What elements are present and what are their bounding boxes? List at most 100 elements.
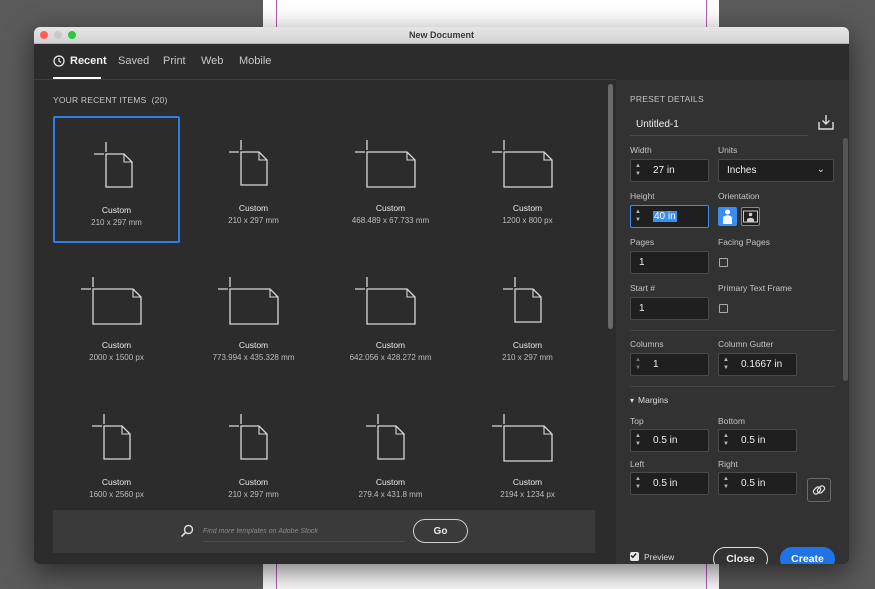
left-margin-label: Left [630, 459, 645, 469]
chevron-down-icon: ▾ [630, 395, 635, 405]
gutter-value: 0.1667 in [741, 359, 783, 370]
units-select[interactable]: Inches ⌄ [718, 159, 834, 182]
tab-saved[interactable]: Saved [118, 55, 149, 67]
save-preset-icon[interactable] [818, 114, 834, 130]
preview-label: Preview [644, 552, 675, 562]
stepper-arrows-icon[interactable]: ▲ ▼ [633, 208, 643, 225]
recent-item-card[interactable]: Custom 279.4 x 431.8 mm [327, 390, 454, 517]
facing-pages-checkbox[interactable] [719, 258, 728, 267]
right-margin-label: Right [718, 459, 738, 469]
create-button[interactable]: Create [780, 547, 835, 564]
recent-heading-text: YOUR RECENT ITEMS [53, 95, 147, 105]
primary-text-frame-label: Primary Text Frame [718, 283, 792, 293]
recent-item-size: 210 x 297 mm [228, 216, 279, 225]
facing-pages-label: Facing Pages [718, 237, 770, 247]
recent-item-name: Custom [375, 203, 406, 213]
recent-item-size: 468.489 x 67.733 mm [351, 216, 430, 225]
recent-item-size: 210 x 297 mm [91, 218, 142, 227]
recent-item-card[interactable]: Custom 1600 x 2560 px [53, 390, 180, 517]
tab-bar: Recent Saved Print Web Mobile [34, 44, 616, 80]
recent-item-card[interactable]: Custom 210 x 297 mm [53, 116, 180, 243]
stepper-arrows-icon[interactable]: ▲ ▼ [721, 432, 731, 449]
panel-scrollbar[interactable] [843, 138, 848, 381]
tab-recent[interactable]: Recent [53, 55, 107, 67]
landscape-document-icon [355, 277, 416, 325]
column-gutter-field[interactable]: ▲ ▼ 0.1667 in [718, 353, 797, 376]
width-value: 27 in [653, 165, 675, 176]
search-icon [180, 524, 194, 538]
width-field[interactable]: ▲ ▼ 27 in [630, 159, 709, 182]
tab-label: Recent [70, 55, 107, 67]
pages-label: Pages [630, 237, 655, 247]
recent-item-card[interactable]: Custom 642.056 x 428.272 mm [327, 253, 454, 380]
document-name-field[interactable]: Untitled-1 [630, 114, 808, 136]
recent-item-name: Custom [238, 203, 269, 213]
recent-item-card[interactable]: Custom 468.489 x 67.733 mm [327, 116, 454, 243]
left-margin-value: 0.5 in [653, 478, 678, 489]
start-page-field[interactable]: 1 [630, 297, 709, 320]
recent-count: (20) [151, 95, 168, 105]
recent-item-card[interactable]: Custom 210 x 297 mm [190, 390, 317, 517]
portrait-document-icon [503, 277, 542, 323]
column-gutter-label: Column Gutter [718, 339, 774, 349]
close-button[interactable]: Close [713, 547, 768, 564]
recent-item-card[interactable]: Custom 210 x 297 mm [464, 253, 591, 380]
landscape-document-icon [81, 277, 142, 325]
recent-item-name: Custom [512, 203, 543, 213]
tab-label: Mobile [239, 55, 272, 67]
margins-label: Margins [638, 395, 669, 405]
columns-field[interactable]: ▲ ▼ 1 [630, 353, 709, 376]
title-bar: New Document [34, 27, 849, 44]
stepper-arrows-icon[interactable]: ▲ ▼ [633, 356, 643, 373]
landscape-orientation-button[interactable] [741, 207, 760, 226]
landscape-icon [743, 210, 758, 223]
left-margin-field[interactable]: ▲ ▼ 0.5 in [630, 472, 709, 495]
chain-link-icon [812, 485, 826, 495]
recent-item-card[interactable]: Custom 210 x 297 mm [190, 116, 317, 243]
right-margin-field[interactable]: ▲ ▼ 0.5 in [718, 472, 797, 495]
recent-item-name: Custom [101, 477, 132, 487]
recent-item-card[interactable]: Custom 1200 x 800 px [464, 116, 591, 243]
height-field[interactable]: ▲ ▼ 40 in [630, 205, 709, 228]
recent-item-card[interactable]: Custom 773.994 x 435.328 mm [190, 253, 317, 380]
recent-item-size: 2194 x 1234 px [500, 490, 555, 499]
landscape-document-icon [355, 140, 416, 188]
go-button[interactable]: Go [413, 519, 468, 543]
link-margins-button[interactable] [807, 478, 831, 502]
tab-web[interactable]: Web [201, 55, 223, 67]
stepper-arrows-icon[interactable]: ▲ ▼ [633, 432, 643, 449]
portrait-document-icon [229, 140, 268, 186]
stepper-arrows-icon[interactable]: ▲ ▼ [633, 475, 643, 492]
portrait-orientation-button[interactable] [718, 207, 737, 226]
stepper-arrows-icon[interactable]: ▲ ▼ [721, 475, 731, 492]
stepper-arrows-icon[interactable]: ▲ ▼ [721, 356, 731, 373]
recent-item-name: Custom [512, 477, 543, 487]
zoom-window-button[interactable] [68, 31, 76, 39]
primary-text-frame-checkbox[interactable] [719, 304, 728, 313]
stepper-arrows-icon[interactable]: ▲ ▼ [633, 162, 643, 179]
divider [630, 386, 835, 387]
recent-item-name: Custom [375, 340, 406, 350]
pages-field[interactable]: 1 [630, 251, 709, 274]
preset-details-panel: PRESET DETAILS Untitled-1 Width ▲ ▼ 27 in… [616, 80, 849, 564]
recent-item-size: 1600 x 2560 px [89, 490, 144, 499]
top-margin-field[interactable]: ▲ ▼ 0.5 in [630, 429, 709, 452]
grid-scrollbar[interactable] [608, 84, 613, 329]
chevron-down-icon: ⌄ [816, 164, 825, 175]
portrait-document-icon [94, 142, 133, 188]
recent-item-size: 1200 x 800 px [502, 216, 553, 225]
bottom-margin-label: Bottom [718, 416, 745, 426]
tab-mobile[interactable]: Mobile [239, 55, 271, 67]
bottom-margin-field[interactable]: ▲ ▼ 0.5 in [718, 429, 797, 452]
close-window-button[interactable] [40, 31, 48, 39]
margins-toggle[interactable]: ▾ Margins [630, 395, 668, 405]
recent-item-card[interactable]: Custom 2000 x 1500 px [53, 253, 180, 380]
recent-item-card[interactable]: Custom 2194 x 1234 px [464, 390, 591, 517]
recent-items-heading: YOUR RECENT ITEMS (20) [53, 95, 168, 105]
stock-search-input[interactable] [203, 522, 405, 542]
new-document-dialog: New Document Recent Saved Print Web Mobi… [34, 27, 849, 564]
tab-print[interactable]: Print [163, 55, 186, 67]
portrait-document-icon [366, 414, 405, 460]
preview-checkbox[interactable] [630, 552, 639, 561]
minimize-window-button[interactable] [54, 31, 62, 39]
